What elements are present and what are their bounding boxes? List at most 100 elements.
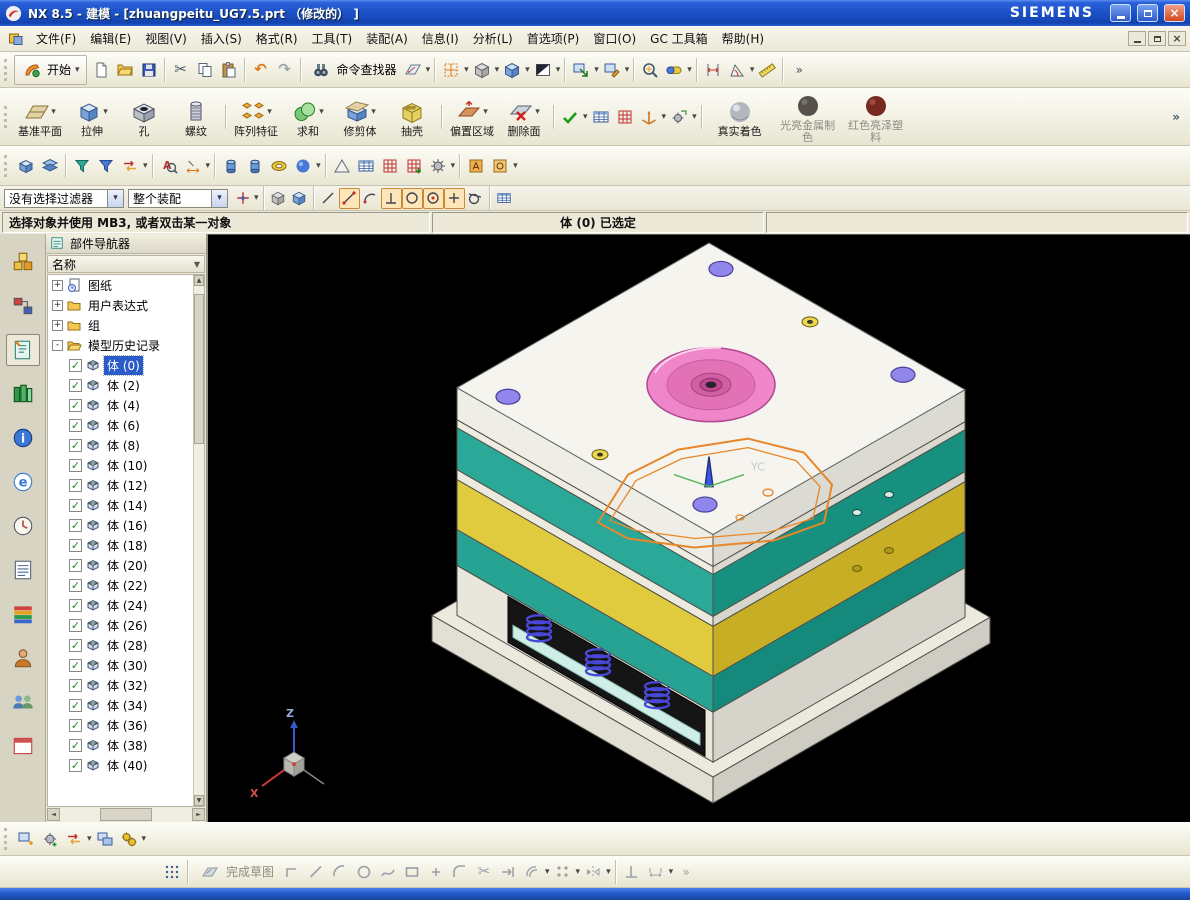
menu-item[interactable]: GC 工具箱: [643, 27, 715, 50]
navigator-group-row[interactable]: +组: [48, 315, 193, 335]
screw-hole[interactable]: [885, 547, 894, 553]
spline-icon[interactable]: [376, 860, 400, 884]
snap-line-icon[interactable]: [318, 188, 339, 209]
swap-rb-icon[interactable]: [62, 827, 86, 851]
funnel-blue-icon[interactable]: [94, 154, 118, 178]
feature-button-基准平面[interactable]: ▾基准平面: [14, 96, 66, 138]
snap-plus-icon[interactable]: [444, 188, 465, 209]
grid-red-icon[interactable]: [613, 105, 637, 129]
dropdown-arrow-icon[interactable]: ▾: [535, 107, 540, 117]
feature-button-删除面[interactable]: ▾删除面: [498, 96, 550, 138]
tree-body-label[interactable]: 体 (34): [104, 696, 150, 715]
win-arrow-icon[interactable]: [569, 58, 593, 82]
feature-button-阵列特征[interactable]: ▾阵列特征: [230, 96, 282, 138]
dropdown-arrow-icon[interactable]: ▾: [319, 107, 324, 117]
undo-icon[interactable]: ↶: [249, 58, 273, 82]
chevron-down-icon[interactable]: ▾: [74, 65, 81, 75]
expander-icon[interactable]: -: [52, 340, 63, 351]
dropdown-arrow-icon[interactable]: ▾: [691, 112, 698, 122]
csys-icon[interactable]: [637, 105, 661, 129]
toolbar-grip[interactable]: [4, 59, 10, 81]
mirror-icon[interactable]: [581, 860, 605, 884]
visibility-checkbox-icon[interactable]: ✓: [69, 519, 82, 532]
tree-body-label[interactable]: 体 (18): [104, 536, 150, 555]
navigator-vertical-scrollbar[interactable]: ▲ ▼: [193, 275, 204, 806]
mdi-restore-button[interactable]: [1148, 31, 1166, 46]
navigator-body-row[interactable]: ✓体 (36): [48, 715, 193, 735]
constraint-navigator-tab[interactable]: [6, 290, 40, 322]
mdi-minimize-button[interactable]: [1128, 31, 1146, 46]
navigator-body-row[interactable]: ✓ 体 (12): [48, 475, 193, 495]
visibility-checkbox-icon[interactable]: ✓: [69, 619, 82, 632]
tree-group-label[interactable]: 组: [85, 316, 103, 335]
scroll-track[interactable]: [194, 286, 204, 795]
scroll-left-icon[interactable]: ◄: [47, 808, 60, 821]
visibility-checkbox-icon[interactable]: ✓: [69, 399, 82, 412]
chevron-down-icon[interactable]: ▾: [211, 190, 227, 207]
screw-hole[interactable]: [885, 492, 894, 498]
snap-perp-icon[interactable]: [381, 188, 402, 209]
tree-body-label[interactable]: 体 (12): [104, 476, 150, 495]
win-double-icon[interactable]: [93, 827, 117, 851]
sort-arrow-icon[interactable]: ▼: [194, 260, 200, 269]
dropdown-arrow-icon[interactable]: ▾: [624, 65, 631, 75]
redo-icon[interactable]: ↷: [273, 58, 297, 82]
zoom-star-icon[interactable]: [638, 58, 662, 82]
tri-white-icon[interactable]: [330, 154, 354, 178]
scroll-down-icon[interactable]: ▼: [194, 795, 204, 806]
dropdown-arrow-icon[interactable]: ▾: [315, 161, 322, 171]
dropdown-arrow-icon[interactable]: ▾: [371, 107, 376, 117]
tree-body-label[interactable]: 体 (38): [104, 736, 150, 755]
tree-body-label[interactable]: 体 (24): [104, 596, 150, 615]
dropdown-arrow-icon[interactable]: ▾: [463, 65, 470, 75]
more-icon[interactable]: »: [674, 860, 698, 884]
tree-body-label[interactable]: 体 (30): [104, 656, 150, 675]
toolbar-grip[interactable]: [4, 106, 10, 128]
extrude-mini-icon[interactable]: [14, 154, 38, 178]
navigator-horizontal-scrollbar[interactable]: ◄ ►: [47, 808, 205, 821]
rect-icon[interactable]: [400, 860, 424, 884]
menu-item[interactable]: 装配(A): [359, 27, 415, 50]
visibility-checkbox-icon[interactable]: ✓: [69, 479, 82, 492]
tree-body-label[interactable]: 体 (40): [104, 756, 150, 775]
visibility-checkbox-icon[interactable]: ✓: [69, 539, 82, 552]
dropdown-arrow-icon[interactable]: ▾: [686, 65, 693, 75]
snap-tangent-icon[interactable]: [465, 188, 486, 209]
line-icon[interactable]: [304, 860, 328, 884]
extend-icon[interactable]: [496, 860, 520, 884]
navigator-body-row[interactable]: ✓体 (20): [48, 555, 193, 575]
feature-button-拉伸[interactable]: ▾拉伸: [66, 96, 118, 138]
orange-a-icon[interactable]: [464, 154, 488, 178]
tree-body-label[interactable]: 体 (28): [104, 636, 150, 655]
dropdown-arrow-icon[interactable]: ▾: [450, 161, 457, 171]
feature-button-修剪体[interactable]: ▾修剪体: [334, 96, 386, 138]
cube-blue-icon[interactable]: [289, 188, 310, 209]
overflow-chevron-icon[interactable]: »: [1172, 110, 1180, 124]
toolbar-grip[interactable]: [4, 828, 10, 850]
navigator-body-row[interactable]: ✓体 (22): [48, 575, 193, 595]
dropdown-arrow-icon[interactable]: ▾: [524, 65, 531, 75]
scroll-thumb[interactable]: [194, 294, 204, 444]
locating-ring[interactable]: [647, 348, 775, 422]
cube-blue-icon[interactable]: [500, 58, 524, 82]
paste-icon[interactable]: [217, 58, 241, 82]
visibility-checkbox-icon[interactable]: ✓: [69, 719, 82, 732]
dropdown-arrow-icon[interactable]: ▾: [103, 107, 108, 117]
toolbar-grip[interactable]: [4, 155, 10, 177]
visibility-checkbox-icon[interactable]: ✓: [69, 679, 82, 692]
table-blue-icon[interactable]: [589, 105, 613, 129]
dropdown-arrow-icon[interactable]: ▾: [205, 161, 212, 171]
dropdown-arrow-icon[interactable]: ▾: [544, 867, 551, 877]
feature-button-抽壳[interactable]: 抽壳: [386, 96, 438, 138]
navigator-body-row[interactable]: ✓体 (0): [48, 355, 193, 375]
process-studio-tab[interactable]: [6, 554, 40, 586]
tree-body-label[interactable]: 体 (20): [104, 556, 150, 575]
titlebar[interactable]: NX 8.5 - 建模 - [zhuangpeitu_UG7.5.prt （修改…: [0, 0, 1190, 26]
gears-yellow-icon[interactable]: [117, 827, 141, 851]
dropdown-arrow-icon[interactable]: ▾: [593, 65, 600, 75]
expander-icon[interactable]: +: [52, 280, 63, 291]
dim-orange-icon[interactable]: [181, 154, 205, 178]
snap-circle-icon[interactable]: [402, 188, 423, 209]
menu-item[interactable]: 编辑(E): [83, 27, 138, 50]
selection-scope-dropdown[interactable]: 整个装配 ▾: [128, 189, 228, 208]
